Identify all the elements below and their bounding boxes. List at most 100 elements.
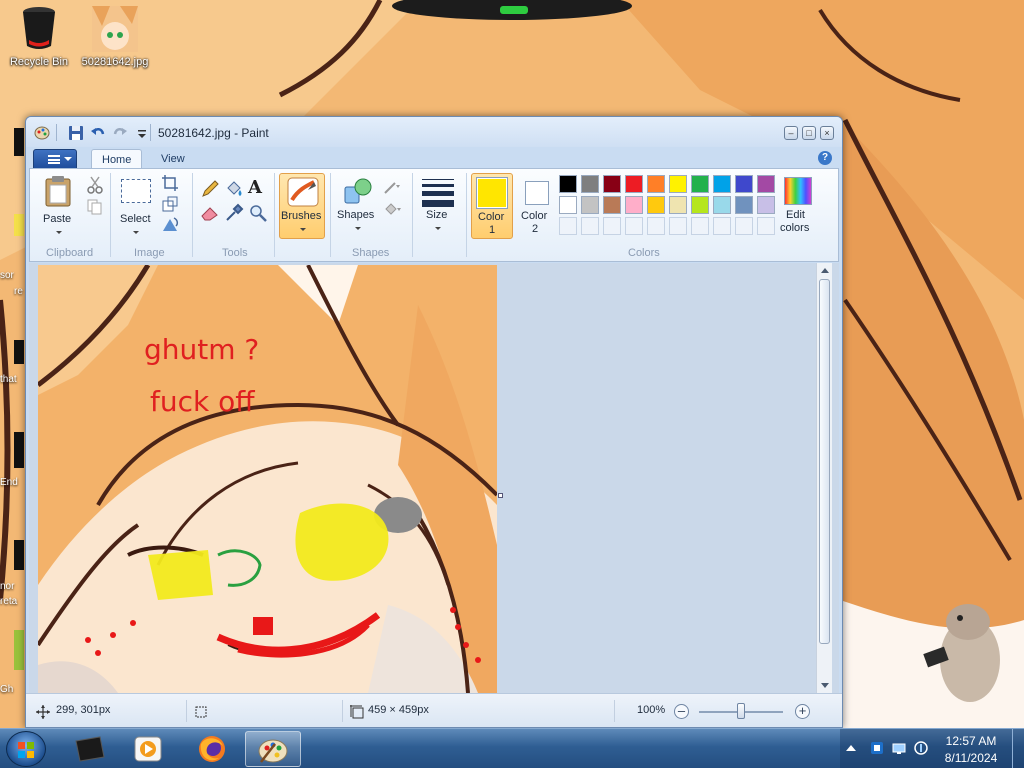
paint-app-icon[interactable]: [34, 125, 50, 141]
palette-color-swatch[interactable]: [603, 175, 621, 193]
shape-fill-icon[interactable]: [382, 199, 402, 219]
status-divider: [186, 700, 187, 722]
color2-button[interactable]: Color 2: [517, 173, 557, 239]
palette-color-swatch[interactable]: [713, 175, 731, 193]
zoom-slider-thumb[interactable]: [737, 703, 745, 719]
select-button[interactable]: Select: [114, 173, 158, 241]
palette-color-swatch[interactable]: [603, 196, 621, 214]
desktop-icon-label: 50281642.jpg: [81, 56, 149, 68]
palette-color-swatch[interactable]: [581, 196, 599, 214]
palette-color-swatch[interactable]: [625, 196, 643, 214]
maximize-button[interactable]: □: [802, 126, 816, 140]
brushes-button[interactable]: Brushes: [279, 173, 325, 239]
taskbar-app-paint[interactable]: [245, 731, 301, 767]
taskbar-app-media-player[interactable]: [120, 731, 176, 767]
palette-color-swatch[interactable]: [581, 175, 599, 193]
desktop-icon-image-file[interactable]: 50281642.jpg: [78, 6, 152, 68]
taskbar-app-firefox[interactable]: [184, 731, 240, 767]
palette-custom-slot[interactable]: [691, 217, 709, 235]
shapes-button[interactable]: Shapes: [335, 173, 381, 239]
tab-label: Home: [102, 154, 132, 166]
canvas-text-annotation: ghutm ?: [144, 333, 260, 366]
color1-label: Color: [478, 211, 505, 223]
palette-color-swatch[interactable]: [559, 175, 577, 193]
close-button[interactable]: ×: [820, 126, 834, 140]
drawing-canvas[interactable]: ghutm ? fuck off: [38, 265, 497, 693]
canvas-resize-handle[interactable]: [498, 493, 503, 498]
magnifier-icon[interactable]: [248, 203, 268, 223]
palette-color-swatch[interactable]: [647, 196, 665, 214]
scrollbar-thumb[interactable]: [819, 279, 830, 644]
show-hidden-icons-icon[interactable]: [846, 745, 856, 751]
color1-button[interactable]: Color 1: [471, 173, 513, 239]
palette-custom-slot[interactable]: [625, 217, 643, 235]
palette-custom-slot[interactable]: [581, 217, 599, 235]
palette-custom-slot[interactable]: [757, 217, 775, 235]
redo-icon[interactable]: [112, 125, 128, 141]
chevron-down-icon: [435, 227, 441, 230]
copy-icon[interactable]: [85, 197, 105, 217]
vertical-scrollbar[interactable]: [816, 263, 832, 693]
palette-custom-slot[interactable]: [735, 217, 753, 235]
size-button[interactable]: Size: [418, 173, 458, 239]
palette-color-swatch[interactable]: [735, 196, 753, 214]
app-menu-button[interactable]: [33, 149, 77, 169]
outline-icon[interactable]: [382, 177, 402, 197]
resize-icon[interactable]: [160, 194, 180, 214]
palette-custom-slot[interactable]: [559, 217, 577, 235]
clock-time[interactable]: 12:57 AM: [936, 734, 1006, 748]
volume-icon[interactable]: [914, 741, 928, 755]
start-button[interactable]: [6, 731, 46, 767]
palette-color-swatch[interactable]: [669, 175, 687, 193]
palette-color-swatch[interactable]: [691, 196, 709, 214]
tray-app-icon[interactable]: [870, 741, 884, 755]
scroll-down-icon[interactable]: [821, 683, 829, 688]
palette-color-swatch[interactable]: [757, 196, 775, 214]
desktop-edge-item: [14, 128, 24, 156]
zoom-in-button[interactable]: +: [795, 704, 810, 719]
zoom-out-button[interactable]: –: [674, 704, 689, 719]
paste-button[interactable]: Paste: [36, 173, 84, 241]
palette-color-swatch[interactable]: [713, 196, 731, 214]
customize-toolbar-icon[interactable]: [134, 125, 150, 141]
palette-color-swatch[interactable]: [647, 175, 665, 193]
show-desktop-button[interactable]: [1012, 729, 1024, 768]
cut-icon[interactable]: [85, 175, 105, 195]
fill-icon[interactable]: [224, 179, 244, 199]
palette-color-swatch[interactable]: [757, 175, 775, 193]
select-label: Select: [120, 213, 151, 225]
minimize-button[interactable]: –: [784, 126, 798, 140]
crop-icon[interactable]: [160, 173, 180, 193]
palette-color-swatch[interactable]: [691, 175, 709, 193]
palette-custom-slot[interactable]: [603, 217, 621, 235]
eraser-icon[interactable]: [200, 203, 220, 223]
rotate-icon[interactable]: [160, 215, 180, 235]
palette-color-swatch[interactable]: [625, 175, 643, 193]
clock-date[interactable]: 8/11/2024: [936, 751, 1006, 765]
canvas-workspace: ghutm ? fuck off: [29, 263, 839, 693]
pencil-icon[interactable]: [200, 179, 220, 199]
color-picker-icon[interactable]: [224, 203, 244, 223]
image-size-icon: [350, 705, 364, 719]
color2-label: Color: [521, 210, 548, 222]
desktop-icon-recycle-bin[interactable]: Recycle Bin: [2, 6, 76, 68]
tab-home[interactable]: Home: [91, 149, 143, 169]
network-icon[interactable]: [892, 741, 906, 755]
palette-color-swatch[interactable]: [735, 175, 753, 193]
text-icon[interactable]: A: [248, 177, 268, 198]
palette-custom-slot[interactable]: [669, 217, 687, 235]
palette-color-swatch[interactable]: [559, 196, 577, 214]
taskbar-app-terminal[interactable]: [62, 731, 118, 767]
title-bar[interactable]: 50281642.jpg - Paint – □ ×: [26, 117, 842, 147]
cursor-position: 299, 301px: [56, 704, 111, 716]
canvas-artwork: [38, 265, 497, 693]
edit-colors-button[interactable]: Edit colors: [778, 173, 818, 239]
palette-color-swatch[interactable]: [669, 196, 687, 214]
palette-custom-slot[interactable]: [713, 217, 731, 235]
tab-view[interactable]: View: [151, 149, 195, 169]
help-icon[interactable]: ?: [818, 151, 832, 165]
palette-custom-slot[interactable]: [647, 217, 665, 235]
undo-icon[interactable]: [90, 125, 106, 141]
scroll-up-icon[interactable]: [821, 268, 829, 273]
save-icon[interactable]: [68, 125, 84, 141]
